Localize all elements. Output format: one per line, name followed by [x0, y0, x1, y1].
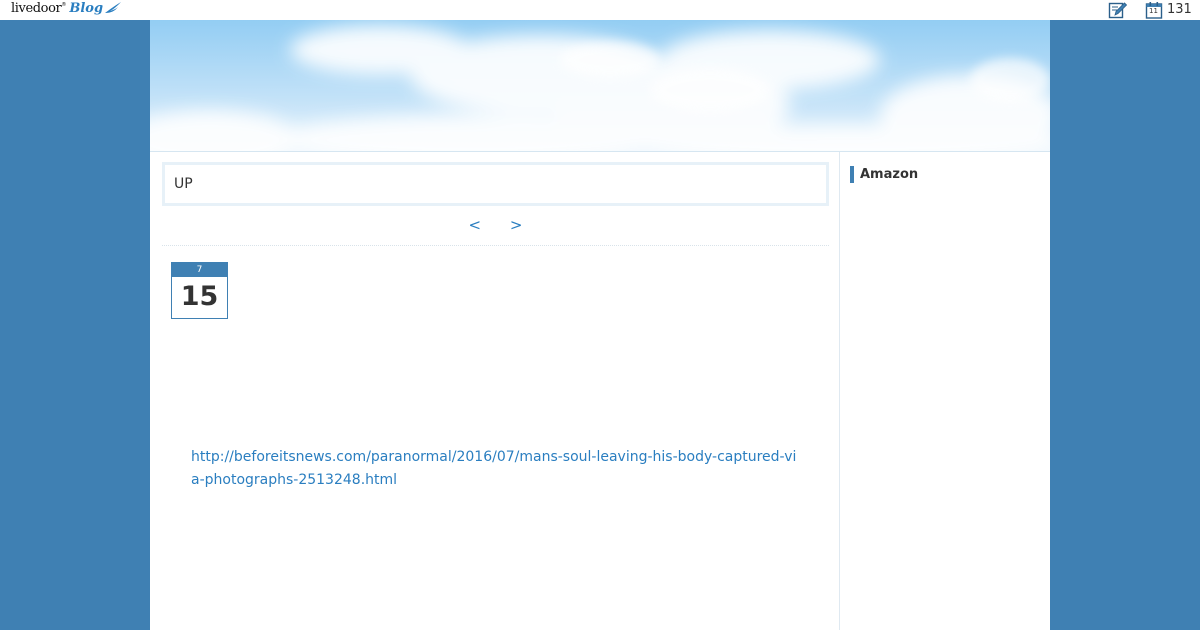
logo-trademark: ®	[61, 2, 67, 8]
sidebar: Amazon	[850, 152, 1040, 630]
calendar-button[interactable]: 11	[1145, 1, 1163, 19]
pencil-edit-icon	[1108, 2, 1128, 19]
main-column: UP < > 7 15 http://beforeitsnews.com/par…	[150, 152, 840, 630]
sky-clouds-image	[150, 20, 1050, 151]
entry-date-badge: 7 15	[171, 262, 228, 319]
prev-entry-link[interactable]: <	[469, 214, 482, 236]
logo-livedoor-text: livedoor	[11, 1, 62, 16]
entry-date-day: 15	[180, 281, 219, 312]
calendar-day-number: 11	[1149, 7, 1158, 15]
edit-post-button[interactable]	[1108, 1, 1128, 19]
bird-icon	[105, 2, 122, 13]
up-notice-text: UP	[174, 176, 193, 192]
entry-date-month: 7	[172, 263, 227, 277]
entry-pager: < >	[162, 214, 829, 236]
blog-page: UP < > 7 15 http://beforeitsnews.com/par…	[150, 20, 1050, 630]
next-entry-link[interactable]: >	[510, 214, 523, 236]
livedoor-blog-logo[interactable]: livedoor ® Blog	[11, 1, 122, 19]
sidebar-title-amazon: Amazon	[850, 166, 918, 183]
post-count: 131	[1167, 2, 1192, 17]
up-notice-box: UP	[162, 162, 829, 206]
logo-blog-text: Blog	[69, 1, 104, 16]
entry-source-link[interactable]: http://beforeitsnews.com/paranormal/2016…	[191, 446, 801, 492]
divider	[162, 245, 829, 246]
top-bar: livedoor ® Blog 11 131	[0, 0, 1200, 20]
header-banner	[150, 20, 1050, 152]
